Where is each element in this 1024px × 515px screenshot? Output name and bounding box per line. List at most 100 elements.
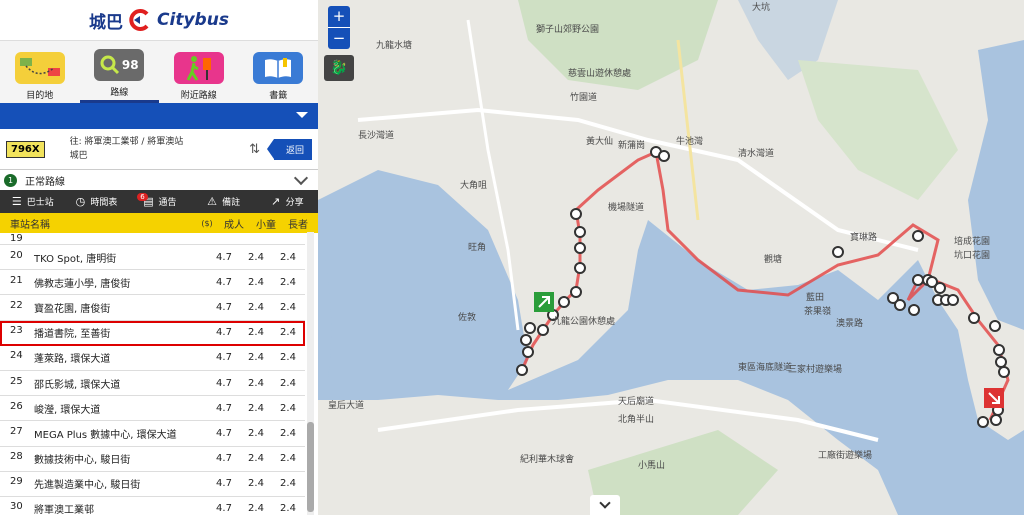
fare-child: 2.4 bbox=[248, 251, 264, 263]
bus-stop-marker[interactable] bbox=[658, 150, 670, 162]
fare-adult: 4.7 bbox=[216, 427, 232, 439]
stop-cell: 19 bbox=[0, 233, 208, 244]
table-row[interactable]: 19 bbox=[0, 232, 305, 245]
bus-stop-marker[interactable] bbox=[832, 246, 844, 258]
end-marker-icon bbox=[984, 388, 1004, 408]
stop-cell: 20 TKO Spot, 唐明街 bbox=[0, 250, 208, 265]
fare-adult: 4.7 bbox=[216, 327, 232, 339]
bus-stop-marker[interactable] bbox=[947, 294, 959, 306]
nav-nearby-label: 附近路線 bbox=[180, 91, 217, 101]
map-label: 新蒲崗 bbox=[618, 139, 645, 151]
fare-child: 2.4 bbox=[248, 427, 264, 439]
tab-share-label: 分享 bbox=[285, 198, 304, 208]
brand-name-cn: 城巴 bbox=[89, 12, 124, 33]
stop-cell: 21 佛教志蓮小學, 唐俊街 bbox=[0, 275, 208, 290]
table-row[interactable]: 22 寶盈花園, 唐俊街 4.7 2.4 2.4 bbox=[0, 295, 305, 321]
stop-seq: 29 bbox=[10, 476, 23, 488]
route-info: 往: 將軍澳工業邨 / 將軍澳站 城巴 bbox=[70, 135, 249, 163]
nav-bookmark-label: 書籤 bbox=[269, 91, 288, 101]
nav-bookmark[interactable]: 書籤 bbox=[239, 41, 319, 103]
bus-stop-marker[interactable] bbox=[570, 286, 582, 298]
search-bar-collapsed[interactable] bbox=[0, 103, 318, 129]
bus-stop-marker[interactable] bbox=[516, 364, 528, 376]
nav-route-label: 路線 bbox=[110, 88, 129, 98]
bus-stop-marker[interactable] bbox=[537, 324, 549, 336]
bus-stop-marker[interactable] bbox=[993, 344, 1005, 356]
map-label: 皇后大道 bbox=[328, 399, 364, 411]
map-label: 佐敦 bbox=[458, 311, 476, 323]
col-child: 小童 bbox=[256, 219, 276, 231]
table-row[interactable]: 29 先進製造業中心, 駿日街 4.7 2.4 2.4 bbox=[0, 472, 305, 497]
fare-child: 2.4 bbox=[248, 377, 264, 389]
bus-stop-marker[interactable] bbox=[968, 312, 980, 324]
bus-stop-marker[interactable] bbox=[570, 208, 582, 220]
nav-nearby[interactable]: 附近路線 bbox=[159, 41, 239, 103]
table-row[interactable]: 25 邵氏影城, 環保大道 4.7 2.4 2.4 bbox=[0, 371, 305, 397]
map-label: 大角咀 bbox=[460, 179, 487, 191]
table-row[interactable]: 24 蓬萊路, 環保大道 4.7 2.4 2.4 bbox=[0, 346, 305, 371]
scrollbar-thumb[interactable] bbox=[307, 422, 314, 512]
bus-stop-marker[interactable] bbox=[977, 416, 989, 428]
map-canvas[interactable]: 九龍水塘 獅子山郊野公園慈雲山遊休憩處竹園道黃大仙 新蒲崗 牛池灣清水灣道寶琳路 培成花… bbox=[318, 0, 1024, 515]
fare-child: 2.4 bbox=[248, 352, 264, 364]
bus-stop-marker[interactable] bbox=[894, 299, 906, 311]
fare-elderly: 2.4 bbox=[280, 402, 296, 414]
bus-stop-marker[interactable] bbox=[912, 274, 924, 286]
map-label: 九龍公園休憩處 bbox=[552, 315, 615, 327]
bus-stop-marker[interactable] bbox=[520, 334, 532, 346]
nav-destination-label: 目的地 bbox=[26, 91, 54, 101]
bus-stop-marker[interactable] bbox=[912, 230, 924, 242]
stop-seq: 30 bbox=[10, 501, 23, 513]
map-label: 牛池灣 bbox=[676, 135, 703, 147]
tab-timetable[interactable]: ◷ 時間表 bbox=[64, 195, 128, 209]
nav-destination[interactable]: 目的地 bbox=[0, 41, 80, 103]
table-row[interactable]: 28 數據技術中心, 駿日街 4.7 2.4 2.4 bbox=[0, 447, 305, 472]
map-collapse-button[interactable] bbox=[590, 495, 620, 515]
tab-share[interactable]: ↗ 分享 bbox=[254, 195, 318, 209]
chevron-down-icon bbox=[293, 170, 309, 186]
bus-stop-marker[interactable] bbox=[934, 282, 946, 294]
tab-remarks[interactable]: ⚠ 備註 bbox=[191, 195, 255, 209]
stop-cell: 26 峻瀅, 環保大道 bbox=[0, 401, 208, 416]
fare-adult: 4.7 bbox=[216, 377, 232, 389]
stop-list-scrollbar[interactable] bbox=[307, 232, 314, 515]
table-row[interactable]: 21 佛教志蓮小學, 唐俊街 4.7 2.4 2.4 bbox=[0, 270, 305, 296]
back-button[interactable]: 返回 bbox=[266, 138, 312, 160]
bus-stop-marker[interactable] bbox=[908, 304, 920, 316]
nav-route[interactable]: 98 路線 bbox=[79, 41, 159, 103]
table-row[interactable]: 27 MEGA Plus 數據中心, 環保大道 4.7 2.4 2.4 bbox=[0, 421, 305, 447]
table-row[interactable]: 20 TKO Spot, 唐明街 4.7 2.4 2.4 bbox=[0, 245, 305, 271]
map-label: 培成花園 bbox=[954, 235, 990, 247]
brand-logo[interactable]: 城巴 Citybus bbox=[0, 0, 318, 40]
col-stop-name: 車站名稱 bbox=[10, 219, 50, 231]
bus-stop-marker[interactable] bbox=[574, 242, 586, 254]
citybus-logo-icon bbox=[129, 9, 149, 31]
bus-stop-marker[interactable] bbox=[558, 296, 570, 308]
bus-stop-marker[interactable] bbox=[524, 322, 536, 334]
fare-child: 2.4 bbox=[248, 327, 264, 339]
fare-child: 2.4 bbox=[248, 402, 264, 414]
zoom-out-button[interactable]: − bbox=[328, 28, 350, 49]
bus-stop-marker[interactable] bbox=[990, 414, 1002, 426]
stop-name: 先進製造業中心, 駿日街 bbox=[34, 480, 141, 492]
table-row[interactable]: 26 峻瀅, 環保大道 4.7 2.4 2.4 bbox=[0, 396, 305, 422]
map-label: 東區海底隧道 bbox=[738, 361, 792, 373]
bus-stop-marker[interactable] bbox=[989, 320, 1001, 332]
table-row[interactable]: 23 播道書院, 至善街 4.7 2.4 2.4 bbox=[0, 320, 305, 346]
bus-stop-marker[interactable] bbox=[522, 346, 534, 358]
zoom-in-button[interactable]: + bbox=[328, 6, 350, 28]
route-map[interactable]: 九龍水塘 獅子山郊野公園 慈雲山遊休憩處 竹園道 黃大仙 新蒲崗 牛池灣 清水灣道 寶琳路 培成花… bbox=[318, 0, 1024, 515]
bus-stop-marker[interactable] bbox=[574, 226, 586, 238]
bus-stop-marker[interactable] bbox=[574, 262, 586, 274]
table-row[interactable]: 30 將軍澳工業邨 4.7 2.4 2.4 bbox=[0, 497, 305, 515]
route-operator: 城巴 bbox=[69, 151, 88, 161]
bus-stop-marker[interactable] bbox=[998, 366, 1010, 378]
stop-list: 19 20 TKO Spot, 唐明街 4.7 2.4 2.4 21 佛教志蓮小學, 唐俊街 4… bbox=[0, 232, 305, 515]
tab-notice[interactable]: ▤ 6 通告 bbox=[127, 192, 191, 209]
swap-direction-icon[interactable]: ⇅ bbox=[249, 142, 260, 157]
nearby-walk-icon bbox=[173, 52, 224, 84]
map-layer-icon[interactable]: 🐉 bbox=[324, 55, 354, 81]
tab-stops[interactable]: ☰ 巴士站 bbox=[0, 195, 64, 209]
bus-stop-marker[interactable] bbox=[995, 356, 1007, 368]
route-type-selector[interactable]: 1 正常路線 bbox=[0, 170, 318, 190]
